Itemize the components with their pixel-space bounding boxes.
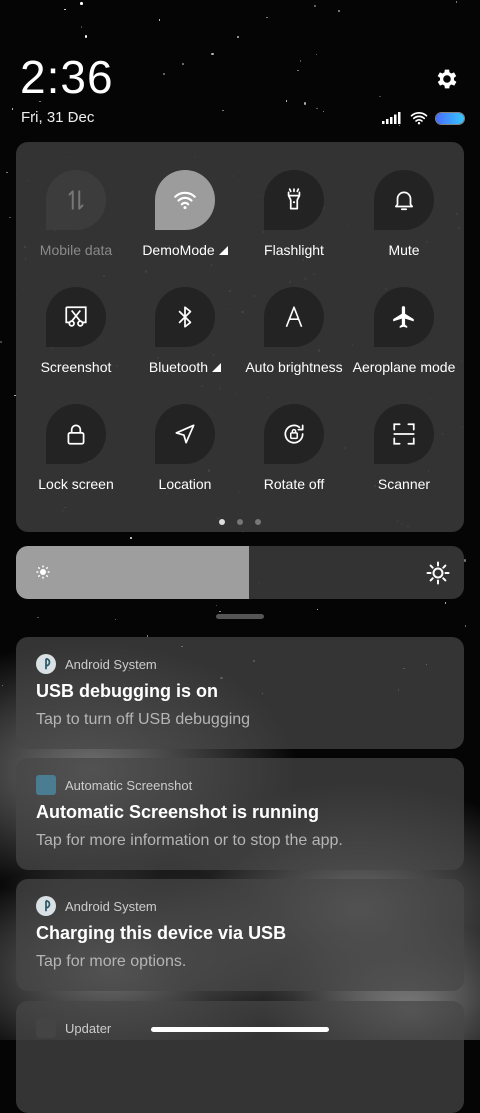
android-system-icon xyxy=(36,896,56,916)
notification-app: Automatic Screenshot xyxy=(36,775,192,795)
location-icon xyxy=(175,424,195,444)
notification-card[interactable]: Updater xyxy=(16,1001,464,1113)
notification-card[interactable]: Android System Charging this device via U… xyxy=(16,879,464,991)
screenshot-app-icon xyxy=(36,775,56,795)
notification-app-name: Android System xyxy=(65,898,157,914)
brightness-low-icon xyxy=(36,565,50,579)
tile-button[interactable] xyxy=(155,404,215,464)
wifi-icon xyxy=(174,191,196,210)
signal-icon xyxy=(382,112,401,124)
page-dot xyxy=(219,519,225,525)
tile-bluetooth[interactable]: Bluetooth xyxy=(130,287,240,375)
tile-label: Mobile data xyxy=(39,242,113,258)
tile-bell[interactable]: Mute xyxy=(349,170,459,258)
notification-body: Tap for more information or to stop the … xyxy=(36,832,343,849)
airplane-icon xyxy=(393,306,414,328)
notification-app-name: Android System xyxy=(65,656,157,672)
notification-body: Tap for more options. xyxy=(36,953,187,970)
page-indicator xyxy=(16,519,464,525)
notification-app: Android System xyxy=(36,654,157,674)
tile-button[interactable] xyxy=(264,170,324,230)
tile-airplane[interactable]: Aeroplane mode xyxy=(349,287,459,375)
brightness-high-icon xyxy=(426,561,450,585)
bluetooth-icon xyxy=(178,306,192,328)
tile-label: DemoMode xyxy=(130,242,240,258)
auto-brightness-icon xyxy=(285,306,303,328)
wifi-icon xyxy=(410,112,428,125)
notification-title: Charging this device via USB xyxy=(36,923,287,943)
battery-icon xyxy=(436,112,464,124)
drag-handle[interactable] xyxy=(216,614,264,619)
tile-flashlight[interactable]: Flashlight xyxy=(239,170,349,258)
tile-label: Location xyxy=(158,476,212,492)
tile-mobile-data[interactable]: Mobile data xyxy=(21,170,131,258)
screenshot-icon xyxy=(65,306,87,327)
system-status-icons xyxy=(382,110,464,126)
notification-body: Tap to turn off USB debugging xyxy=(36,711,251,728)
tile-label: Aeroplane mode xyxy=(352,359,456,375)
tile-button[interactable] xyxy=(374,404,434,464)
tile-lock[interactable]: Lock screen xyxy=(21,404,131,492)
notification-app-name: Automatic Screenshot xyxy=(65,777,193,793)
updater-icon xyxy=(36,1018,56,1038)
tile-screenshot[interactable]: Screenshot xyxy=(21,287,131,375)
settings-button[interactable] xyxy=(432,64,462,94)
page-dot xyxy=(255,519,261,525)
tile-button[interactable] xyxy=(155,170,215,230)
notification-card[interactable]: Android System USB debugging is on Tap to … xyxy=(16,637,464,749)
notification-app: Updater xyxy=(36,1018,111,1038)
notification-title: Automatic Screenshot is running xyxy=(36,802,320,822)
page-dot xyxy=(237,519,243,525)
tile-wifi[interactable]: DemoMode xyxy=(130,170,240,258)
tile-button[interactable] xyxy=(374,170,434,230)
tile-label: Lock screen xyxy=(38,476,114,492)
tile-rotate-lock[interactable]: Rotate off xyxy=(239,404,349,492)
tile-button[interactable] xyxy=(155,287,215,347)
tile-label: Screenshot xyxy=(40,359,112,375)
rotate-lock-icon xyxy=(284,424,304,444)
tile-label: Scanner xyxy=(377,476,431,492)
tile-button[interactable] xyxy=(46,404,106,464)
tile-scanner[interactable]: Scanner xyxy=(349,404,459,492)
notification-title: USB debugging is on xyxy=(36,681,218,701)
tile-auto-brightness[interactable]: Auto brightness xyxy=(239,287,349,375)
tile-button[interactable] xyxy=(374,287,434,347)
clock-time: 2:36 xyxy=(20,51,114,103)
brightness-slider[interactable] xyxy=(16,546,464,599)
lock-icon xyxy=(67,424,85,445)
android-system-icon xyxy=(36,654,56,674)
tile-button[interactable] xyxy=(46,170,106,230)
notification-app: Android System xyxy=(36,896,157,916)
tile-location[interactable]: Location xyxy=(130,404,240,492)
notification-card[interactable]: Automatic Screenshot Automatic Screenshot… xyxy=(16,758,464,870)
notification-app-name: Updater xyxy=(65,1020,112,1036)
tile-label: Auto brightness xyxy=(245,359,343,375)
scanner-icon xyxy=(393,423,415,445)
tile-label: Rotate off xyxy=(263,476,325,492)
flashlight-icon xyxy=(287,188,301,210)
tile-label: Bluetooth xyxy=(130,359,240,375)
tile-button[interactable] xyxy=(46,287,106,347)
mobile-data-icon xyxy=(68,190,84,210)
gear-icon xyxy=(437,69,457,89)
tile-button[interactable] xyxy=(264,287,324,347)
expand-arrow-icon xyxy=(218,246,228,255)
home-indicator[interactable] xyxy=(151,1027,329,1032)
bell-icon xyxy=(395,191,413,211)
tile-button[interactable] xyxy=(264,404,324,464)
quick-settings-panel: Mobile data DemoMode Flashlight Mute Screens… xyxy=(16,142,464,532)
clock-date: Fri, 31 Dec xyxy=(21,109,95,126)
tile-label: Flashlight xyxy=(264,242,324,258)
tile-label: Mute xyxy=(388,242,420,258)
expand-arrow-icon xyxy=(212,363,222,372)
